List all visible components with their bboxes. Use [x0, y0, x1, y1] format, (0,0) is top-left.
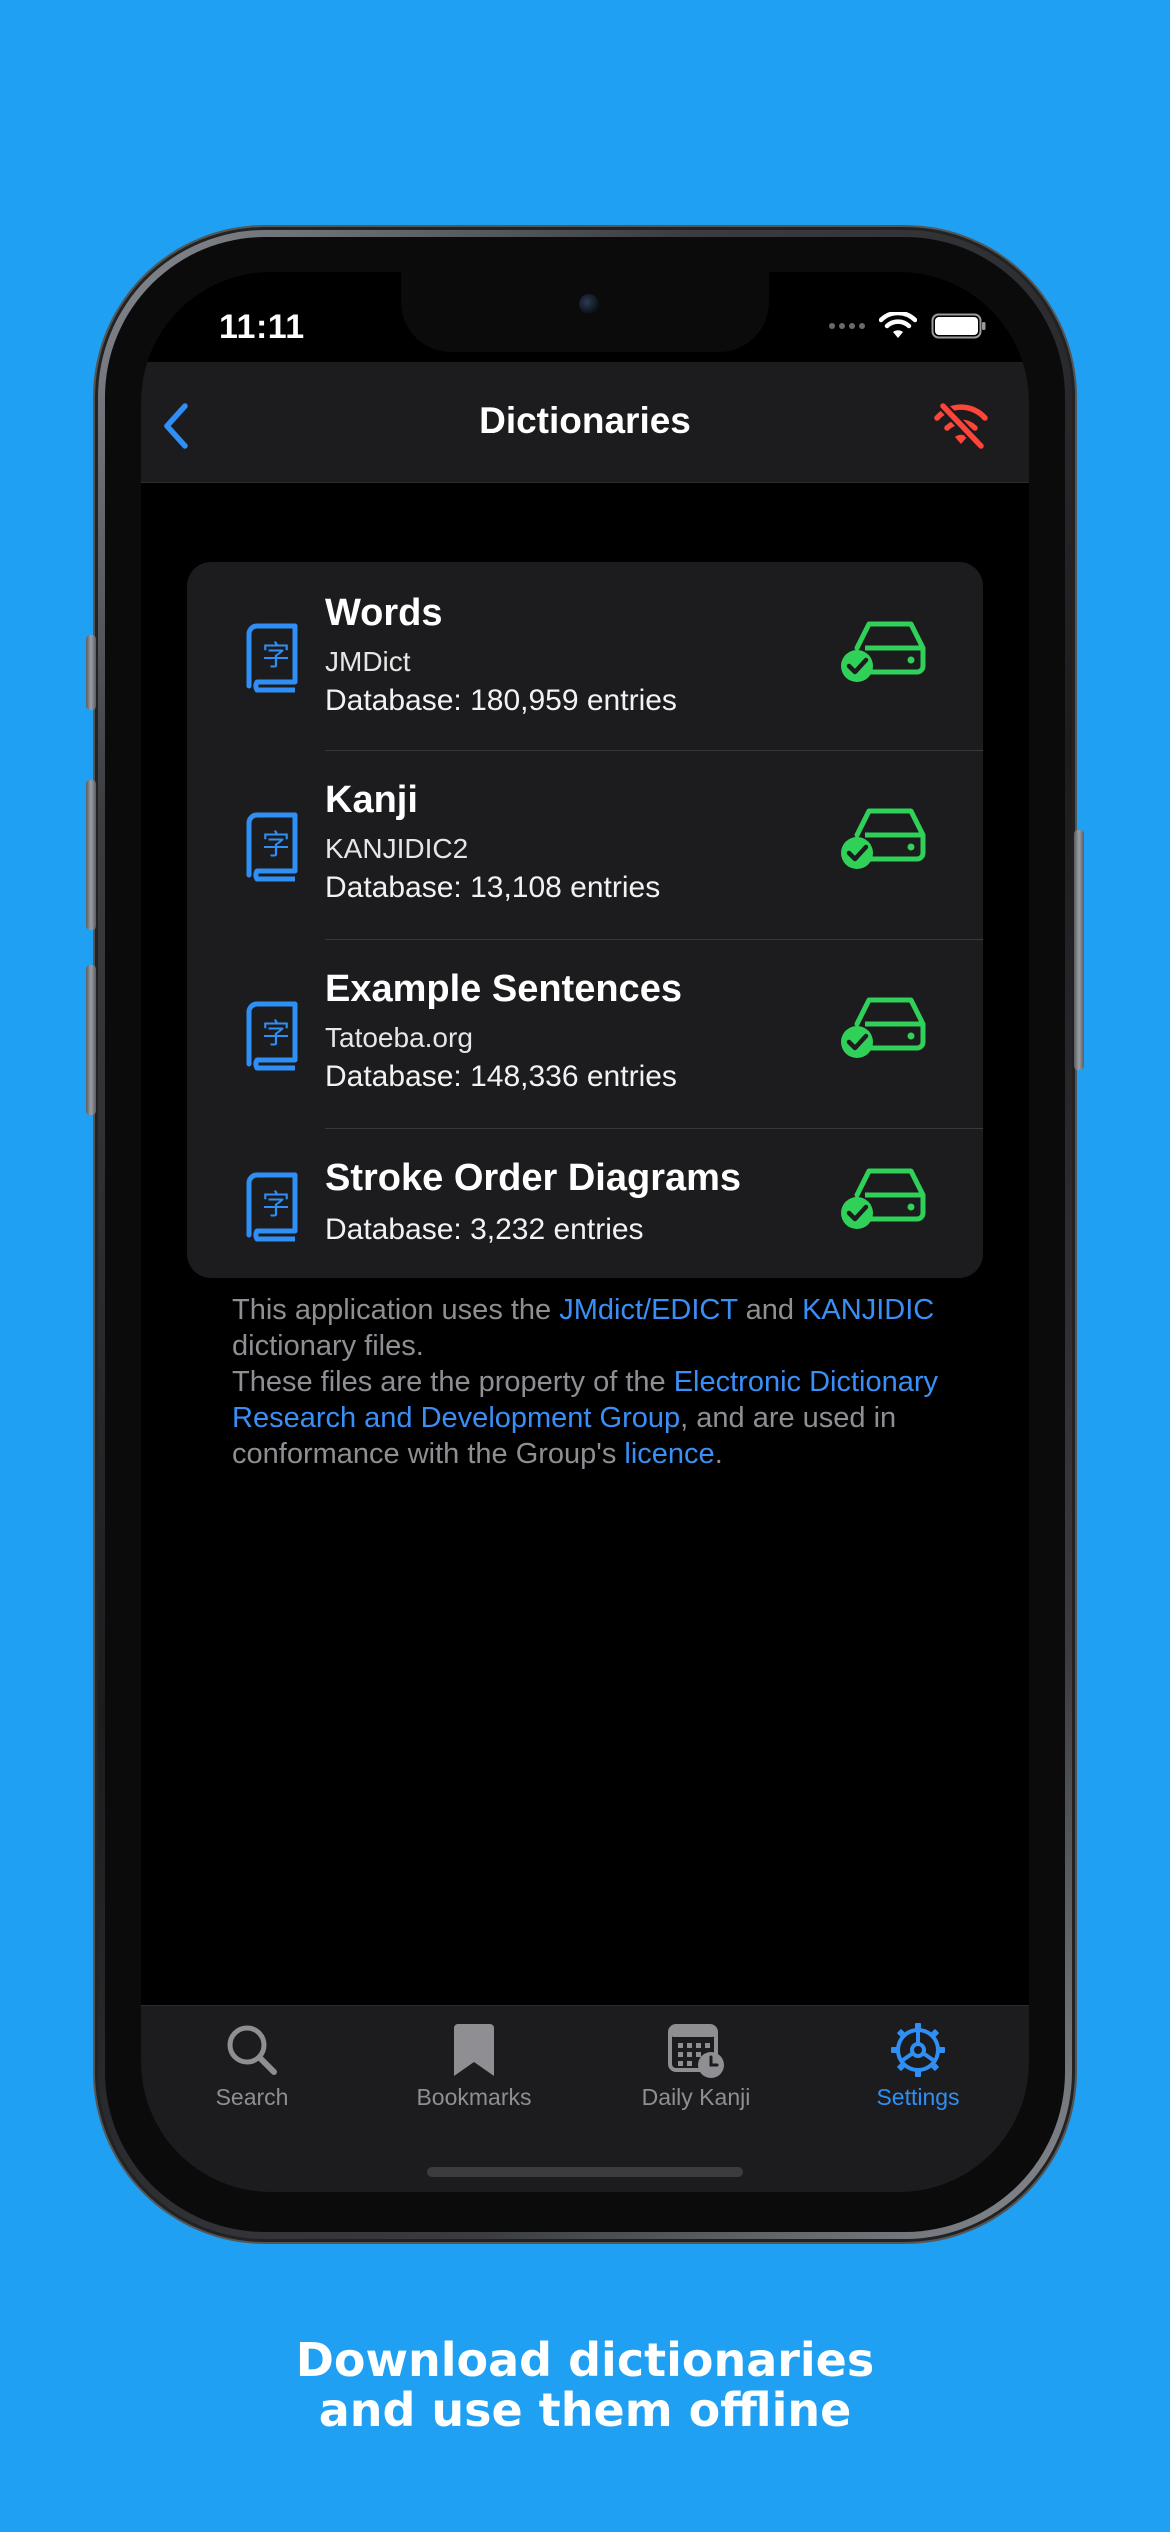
- home-indicator[interactable]: [427, 2167, 743, 2177]
- kanjidic-link[interactable]: KANJIDIC: [802, 1294, 934, 1326]
- footnote-text: These files are the property of the: [232, 1366, 674, 1398]
- downloaded-drive-icon: [841, 1168, 926, 1229]
- tab-label: Settings: [876, 2084, 960, 2110]
- phone-screen: 11:11 Dictionaries 字 Words JMDict Databa…: [141, 272, 1029, 2192]
- dictionary-database-count: Database: 180,959 entries: [325, 684, 677, 717]
- cellular-signal-icon: [829, 323, 865, 329]
- caption-line: and use them offline: [318, 2383, 852, 2437]
- mute-switch: [86, 635, 96, 710]
- tab-label: Search: [215, 2084, 289, 2110]
- dictionary-database-count: Database: 13,108 entries: [325, 871, 661, 904]
- licence-link[interactable]: licence: [624, 1438, 714, 1470]
- page-title: Dictionaries: [479, 400, 691, 441]
- marketing-caption: Download dictionaries and use them offli…: [0, 2335, 1170, 2435]
- dictionary-source: Tatoeba.org: [325, 1022, 473, 1053]
- svg-text:字: 字: [262, 1017, 290, 1050]
- power-button: [1074, 830, 1084, 1070]
- dictionary-title: Words: [325, 592, 443, 634]
- dictionary-row-stroke-order[interactable]: 字 Stroke Order Diagrams Database: 3,232 …: [187, 1129, 983, 1278]
- footnote-text: and: [737, 1294, 803, 1326]
- gear-icon: [891, 2023, 945, 2077]
- jmdict-link[interactable]: JMdict/EDICT: [559, 1294, 737, 1326]
- wifi-icon: [879, 312, 917, 338]
- navigation-bar: Dictionaries: [141, 362, 1029, 483]
- tab-search[interactable]: Search: [141, 2020, 363, 2130]
- bookmark-icon: [454, 2024, 494, 2076]
- downloaded-drive-icon: [841, 808, 926, 869]
- dictionary-title: Kanji: [325, 779, 418, 821]
- dictionary-row-example-sentences[interactable]: 字 Example Sentences Tatoeba.org Database…: [187, 940, 983, 1128]
- tab-bookmarks[interactable]: Bookmarks: [363, 2020, 585, 2130]
- dictionary-title: Stroke Order Diagrams: [325, 1157, 742, 1199]
- dictionary-database-count: Database: 148,336 entries: [325, 1060, 677, 1093]
- volume-up-button: [86, 780, 96, 930]
- svg-text:字: 字: [262, 1188, 290, 1221]
- calendar-clock-icon: [668, 2024, 724, 2078]
- dictionary-database-count: Database: 3,232 entries: [325, 1213, 644, 1246]
- offline-mode-button[interactable]: [931, 400, 991, 452]
- battery-icon: [931, 313, 986, 339]
- dictionaries-list: 字 Words JMDict Database: 180,959 entries…: [187, 562, 983, 1278]
- footnote-text: dictionary files.: [232, 1330, 424, 1362]
- status-icons: [829, 312, 987, 340]
- tab-settings[interactable]: Settings: [807, 2020, 1029, 2130]
- footnote-text: .: [714, 1438, 723, 1470]
- dictionary-row-words[interactable]: 字 Words JMDict Database: 180,959 entries: [187, 562, 983, 750]
- wifi-slash-icon: [934, 401, 988, 451]
- kanji-book-icon: 字: [246, 623, 298, 693]
- footnote-text: This application uses the: [232, 1294, 560, 1326]
- dictionary-source: KANJIDIC2: [325, 833, 469, 864]
- kanji-book-icon: 字: [246, 812, 298, 882]
- front-camera: [579, 294, 599, 314]
- license-footnote: This application uses the JMdict/EDICT a…: [232, 1292, 952, 1472]
- tab-daily-kanji[interactable]: Daily Kanji: [585, 2020, 807, 2130]
- magnifier-icon: [227, 2025, 277, 2075]
- status-time: 11:11: [219, 308, 305, 346]
- tab-bar: Search Bookmarks Daily Kanji Settings: [141, 2005, 1029, 2192]
- kanji-book-icon: 字: [246, 1172, 298, 1242]
- dictionary-row-kanji[interactable]: 字 Kanji KANJIDIC2 Database: 13,108 entri…: [187, 751, 983, 939]
- svg-text:字: 字: [262, 639, 290, 672]
- downloaded-drive-icon: [841, 621, 926, 682]
- caption-line: Download dictionaries: [295, 2333, 875, 2387]
- tab-label: Daily Kanji: [641, 2084, 751, 2110]
- svg-text:字: 字: [262, 828, 290, 861]
- downloaded-drive-icon: [841, 997, 926, 1058]
- tab-label: Bookmarks: [416, 2084, 532, 2110]
- volume-down-button: [86, 965, 96, 1115]
- dictionary-source: JMDict: [325, 646, 411, 677]
- kanji-book-icon: 字: [246, 1001, 298, 1071]
- dictionary-title: Example Sentences: [325, 968, 682, 1010]
